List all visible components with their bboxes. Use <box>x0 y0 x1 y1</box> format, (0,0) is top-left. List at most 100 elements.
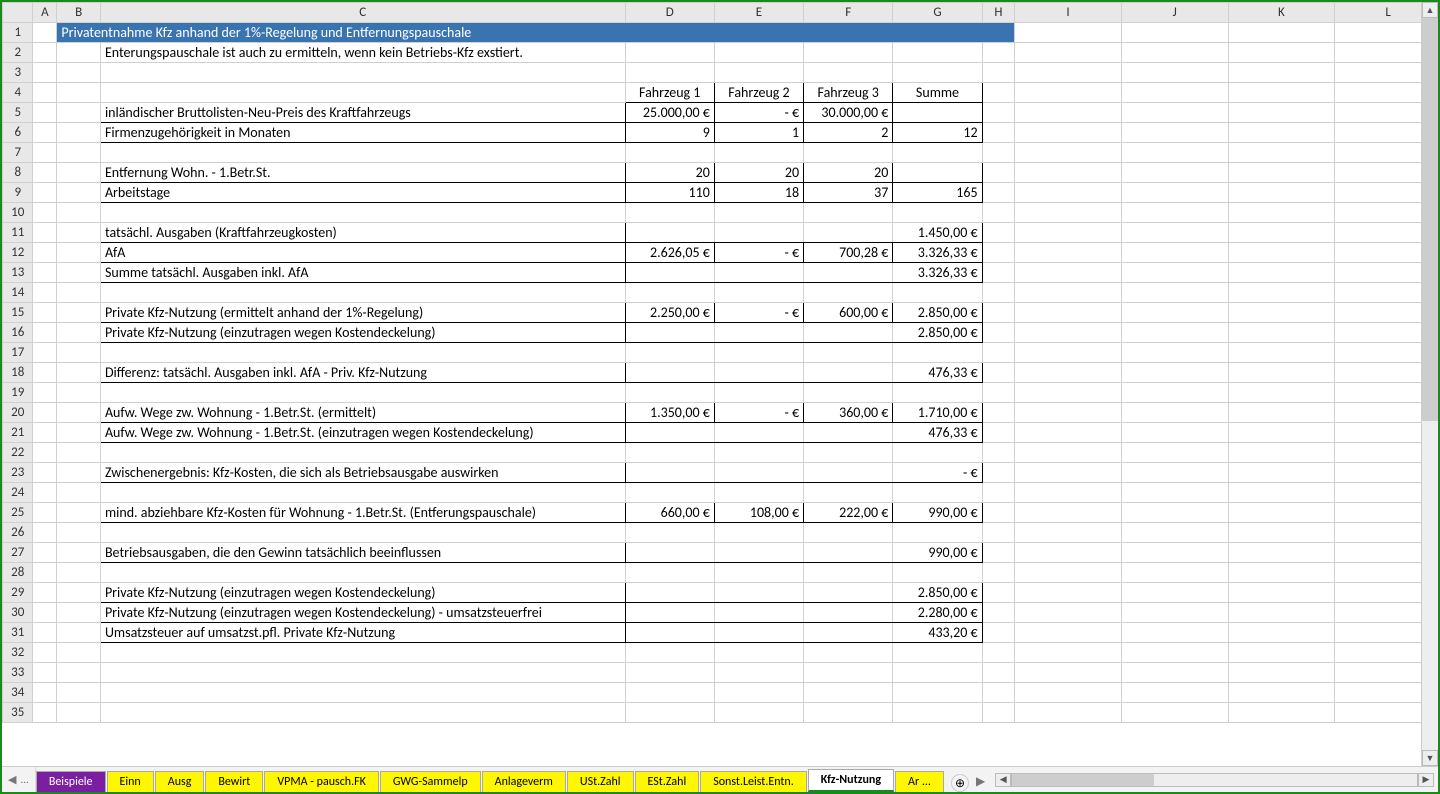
cell-D24[interactable] <box>625 483 714 503</box>
cell-A17[interactable] <box>33 343 57 363</box>
cell-B14[interactable] <box>57 283 101 303</box>
row-label-13[interactable]: Summe tatsächl. Ausgaben inkl. AfA <box>100 263 625 283</box>
row-header-32[interactable]: 32 <box>3 643 33 663</box>
cell-F11[interactable] <box>804 223 893 243</box>
cell-H11[interactable] <box>982 223 1015 243</box>
cell-A10[interactable] <box>33 203 57 223</box>
cell-C24[interactable] <box>100 483 625 503</box>
cell-K23[interactable] <box>1228 463 1335 483</box>
cell-A31[interactable] <box>33 623 57 643</box>
cell-J35[interactable] <box>1121 703 1228 723</box>
cell-I35[interactable] <box>1015 703 1122 723</box>
row-header-35[interactable]: 35 <box>3 703 33 723</box>
cell-I31[interactable] <box>1015 623 1122 643</box>
cell-B26[interactable] <box>57 523 101 543</box>
cell-D8[interactable]: 20 <box>625 163 714 183</box>
cell-D14[interactable] <box>625 283 714 303</box>
row-label-18[interactable]: Differenz: tatsächl. Ausgaben inkl. AfA … <box>100 363 625 383</box>
cell-K15[interactable] <box>1228 303 1335 323</box>
cell-K25[interactable] <box>1228 503 1335 523</box>
cell-I22[interactable] <box>1015 443 1122 463</box>
row-header-27[interactable]: 27 <box>3 543 33 563</box>
cell-D3[interactable] <box>625 63 714 83</box>
tab-nav-first-icon[interactable]: ◀ <box>8 773 16 786</box>
sheet-tab-sonst-leist-entn-[interactable]: Sonst.Leist.Entn. <box>700 771 807 792</box>
cell-A18[interactable] <box>33 363 57 383</box>
sheet-tab-vpma-pausch-fk[interactable]: VPMA - pausch.FK <box>264 771 379 792</box>
cell-D6[interactable]: 9 <box>625 123 714 143</box>
sheet-tab-beispiele[interactable]: Beispiele <box>36 771 106 792</box>
row-header-14[interactable]: 14 <box>3 283 33 303</box>
cell-F24[interactable] <box>804 483 893 503</box>
row-label-6[interactable]: Firmenzugehörigkeit in Monaten <box>100 123 625 143</box>
cell-H26[interactable] <box>982 523 1015 543</box>
row-header-15[interactable]: 15 <box>3 303 33 323</box>
cell-G23[interactable]: - € <box>893 463 982 483</box>
cell-C32[interactable] <box>100 643 625 663</box>
cell-A9[interactable] <box>33 183 57 203</box>
cell-E12[interactable]: - € <box>714 243 803 263</box>
cell-K2[interactable] <box>1228 43 1335 63</box>
cell-I1[interactable] <box>1015 23 1122 43</box>
cell-K13[interactable] <box>1228 263 1335 283</box>
cell-A12[interactable] <box>33 243 57 263</box>
cell-E29[interactable] <box>714 583 803 603</box>
vscroll-track[interactable] <box>1422 18 1438 750</box>
cell-F21[interactable] <box>804 423 893 443</box>
cell-I8[interactable] <box>1015 163 1122 183</box>
cell-A22[interactable] <box>33 443 57 463</box>
cell-H35[interactable] <box>982 703 1015 723</box>
cell-J7[interactable] <box>1121 143 1228 163</box>
cell-K14[interactable] <box>1228 283 1335 303</box>
cell-J26[interactable] <box>1121 523 1228 543</box>
cell-C34[interactable] <box>100 683 625 703</box>
cell-F9[interactable]: 37 <box>804 183 893 203</box>
cell-A7[interactable] <box>33 143 57 163</box>
cell-H33[interactable] <box>982 663 1015 683</box>
cell-G20[interactable]: 1.710,00 € <box>893 403 982 423</box>
cell-F30[interactable] <box>804 603 893 623</box>
cell-I6[interactable] <box>1015 123 1122 143</box>
cell-E28[interactable] <box>714 563 803 583</box>
cell-I34[interactable] <box>1015 683 1122 703</box>
row-label-8[interactable]: Entfernung Wohn. - 1.Betr.St. <box>100 163 625 183</box>
cell-B16[interactable] <box>57 323 101 343</box>
cell-I28[interactable] <box>1015 563 1122 583</box>
cell-H10[interactable] <box>982 203 1015 223</box>
cell-I19[interactable] <box>1015 383 1122 403</box>
cell-B10[interactable] <box>57 203 101 223</box>
cell-E20[interactable]: - € <box>714 403 803 423</box>
row-header-34[interactable]: 34 <box>3 683 33 703</box>
row-label-9[interactable]: Arbeitstage <box>100 183 625 203</box>
cell-K4[interactable] <box>1228 83 1335 103</box>
cell-C10[interactable] <box>100 203 625 223</box>
cell-I23[interactable] <box>1015 463 1122 483</box>
cell-K7[interactable] <box>1228 143 1335 163</box>
cell-A2[interactable] <box>33 43 57 63</box>
cell-B35[interactable] <box>57 703 101 723</box>
row-header-13[interactable]: 13 <box>3 263 33 283</box>
cell-F34[interactable] <box>804 683 893 703</box>
cell-H9[interactable] <box>982 183 1015 203</box>
cell-A29[interactable] <box>33 583 57 603</box>
cell-G24[interactable] <box>893 483 982 503</box>
cell-K33[interactable] <box>1228 663 1335 683</box>
cell-A35[interactable] <box>33 703 57 723</box>
cell-J10[interactable] <box>1121 203 1228 223</box>
cell-A21[interactable] <box>33 423 57 443</box>
cell-I9[interactable] <box>1015 183 1122 203</box>
cell-K26[interactable] <box>1228 523 1335 543</box>
cell-K3[interactable] <box>1228 63 1335 83</box>
col-header-D[interactable]: D <box>625 3 714 23</box>
cell-G11[interactable]: 1.450,00 € <box>893 223 982 243</box>
cell-D16[interactable] <box>625 323 714 343</box>
hscroll-thumb[interactable] <box>1012 774 1154 786</box>
row-header-2[interactable]: 2 <box>3 43 33 63</box>
cell-J15[interactable] <box>1121 303 1228 323</box>
cell-A33[interactable] <box>33 663 57 683</box>
cell-F31[interactable] <box>804 623 893 643</box>
cell-G8[interactable] <box>893 163 982 183</box>
cell-I27[interactable] <box>1015 543 1122 563</box>
cell-F4[interactable]: Fahrzeug 3 <box>804 83 893 103</box>
spreadsheet-grid[interactable]: ABCDEFGHIJKL1Privatentnahme Kfz anhand d… <box>2 2 1438 723</box>
